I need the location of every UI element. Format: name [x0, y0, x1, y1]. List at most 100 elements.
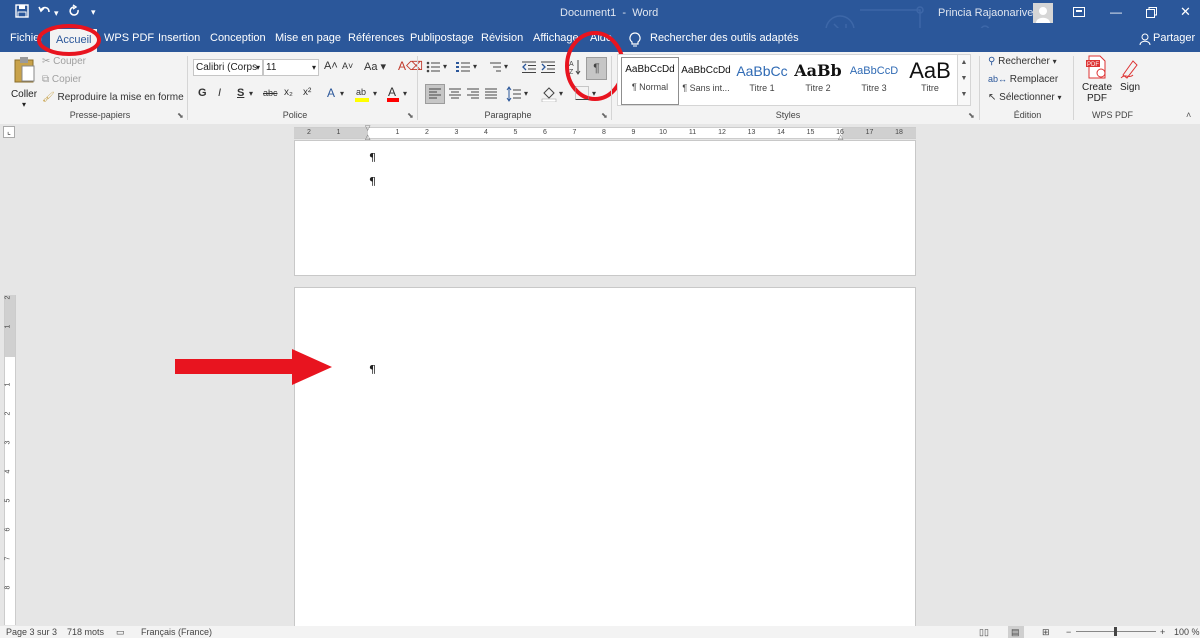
first-line-indent-marker[interactable]: ▽	[365, 124, 370, 132]
share-icon[interactable]	[1139, 33, 1151, 48]
word-count[interactable]: 718 mots	[67, 627, 104, 637]
change-case-button[interactable]: Aa ▾	[364, 60, 386, 73]
bold-button[interactable]: G	[198, 87, 207, 99]
text-effects-icon[interactable]: A	[327, 86, 335, 100]
style-heading3[interactable]: AaBbCcD Titre 3	[846, 59, 902, 105]
sign-button[interactable]: Sign	[1117, 55, 1143, 93]
shading-icon[interactable]	[541, 84, 557, 105]
line-spacing-dropdown-icon[interactable]: ▾	[524, 89, 528, 98]
highlight-dropdown-icon[interactable]: ▾	[373, 89, 377, 98]
page-previous[interactable]: ¶ ¶	[294, 140, 916, 276]
align-left-button[interactable]	[425, 84, 445, 104]
line-spacing-icon[interactable]	[506, 85, 522, 106]
styles-scroll-down-icon[interactable]: ▼	[958, 71, 970, 87]
undo-dropdown-icon[interactable]: ▾	[54, 8, 59, 19]
font-size-field[interactable]: 11 ▾	[263, 59, 319, 76]
font-launcher-icon[interactable]: ⬊	[407, 111, 414, 120]
restore-icon[interactable]	[1146, 7, 1157, 21]
highlight-icon[interactable]: ab	[354, 85, 370, 106]
style-title[interactable]: AaB Titre	[902, 59, 958, 105]
styles-launcher-icon[interactable]: ⬊	[968, 111, 975, 120]
style-heading2[interactable]: AaBb Titre 2	[790, 59, 846, 105]
subscript-button[interactable]: x₂	[284, 87, 293, 98]
text-effects-dropdown-icon[interactable]: ▾	[340, 89, 344, 98]
align-right-icon[interactable]	[464, 85, 482, 106]
language-status[interactable]: Français (France)	[141, 627, 212, 637]
bullets-icon[interactable]	[426, 61, 440, 76]
font-name-dropdown-icon[interactable]: ▾	[256, 60, 260, 75]
print-layout-button[interactable]: ▤	[1008, 626, 1024, 638]
grow-font-button[interactable]: A˄	[324, 60, 338, 72]
tab-revision[interactable]: Révision	[481, 32, 523, 44]
style-heading1[interactable]: AaBbCc Titre 1	[734, 59, 790, 105]
undo-icon[interactable]	[38, 4, 52, 21]
close-icon[interactable]: ✕	[1180, 4, 1191, 20]
zoom-slider-thumb[interactable]	[1114, 627, 1117, 636]
zoom-out-button[interactable]: −	[1066, 627, 1071, 637]
replace-button[interactable]: ab↔ Remplacer	[988, 74, 1058, 85]
borders-dropdown-icon[interactable]: ▾	[592, 89, 596, 98]
collapse-ribbon-icon[interactable]: ˄	[1186, 110, 1191, 120]
underline-dropdown-icon[interactable]: ▾	[249, 89, 253, 98]
page-count[interactable]: Page 3 sur 3	[6, 627, 57, 637]
style-no-spacing[interactable]: AaBbCcDd ¶ Sans int...	[678, 59, 734, 105]
numbering-dropdown-icon[interactable]: ▾	[473, 62, 477, 71]
italic-button[interactable]: I	[218, 87, 221, 99]
align-center-icon[interactable]	[446, 85, 464, 106]
styles-more-icon[interactable]: ▼	[958, 87, 970, 103]
redo-icon[interactable]	[67, 4, 81, 21]
page-current[interactable]: ¶	[294, 287, 916, 634]
justify-icon[interactable]	[482, 85, 500, 106]
clear-formatting-icon[interactable]: A⌫	[398, 59, 423, 73]
styles-scroll-up-icon[interactable]: ▲	[958, 55, 970, 71]
web-layout-icon[interactable]: ⊞	[1042, 627, 1050, 638]
style-normal[interactable]: AaBbCcDd ¶ Normal	[621, 57, 679, 105]
zoom-level[interactable]: 100 %	[1174, 627, 1200, 637]
numbering-icon[interactable]	[456, 61, 470, 76]
paragraph-launcher-icon[interactable]: ⬊	[601, 111, 608, 120]
proofing-icon[interactable]: ▭	[116, 627, 125, 638]
clipboard-launcher-icon[interactable]: ⬊	[177, 111, 184, 120]
increase-indent-icon[interactable]	[541, 61, 555, 76]
tab-references[interactable]: Références	[348, 32, 404, 44]
save-icon[interactable]	[15, 4, 29, 21]
select-dropdown-icon[interactable]: ▾	[1058, 93, 1062, 102]
tab-wps-pdf[interactable]: WPS PDF	[104, 32, 154, 44]
minimize-icon[interactable]: —	[1110, 5, 1122, 19]
font-color-dropdown-icon[interactable]: ▾	[403, 89, 407, 98]
shrink-font-button[interactable]: A˅	[342, 61, 353, 71]
font-size-dropdown-icon[interactable]: ▾	[312, 60, 316, 75]
paste-button[interactable]: Coller ▾	[10, 56, 38, 109]
strikethrough-button[interactable]: abc	[263, 88, 278, 98]
bullets-dropdown-icon[interactable]: ▾	[443, 62, 447, 71]
multilevel-dropdown-icon[interactable]: ▾	[504, 62, 508, 71]
format-painter-button[interactable]: 🖌 Reproduire la mise en forme	[42, 92, 184, 103]
tab-insertion[interactable]: Insertion	[158, 32, 200, 44]
font-color-icon[interactable]: A	[386, 85, 400, 106]
tab-selector-icon[interactable]: ⌞	[3, 126, 15, 138]
user-name[interactable]: Princia Rajaonarivelo	[938, 7, 1042, 19]
superscript-button[interactable]: x²	[303, 87, 311, 98]
create-pdf-button[interactable]: PDF Create PDF	[1081, 55, 1113, 104]
tell-me-search[interactable]: Rechercher des outils adaptés	[650, 32, 799, 44]
read-mode-icon[interactable]: ▯▯	[979, 627, 989, 638]
borders-icon[interactable]	[574, 85, 590, 104]
tab-publipostage[interactable]: Publipostage	[410, 32, 474, 44]
paste-dropdown-icon[interactable]: ▾	[10, 100, 38, 109]
zoom-in-button[interactable]: +	[1160, 627, 1165, 637]
find-button[interactable]: ⚲ Rechercher ▾	[988, 56, 1057, 67]
font-name-field[interactable]: Calibri (Corps ▾	[193, 59, 263, 76]
shading-dropdown-icon[interactable]: ▾	[559, 89, 563, 98]
tab-mise-en-page[interactable]: Mise en page	[275, 32, 341, 44]
select-button[interactable]: ↖ Sélectionner ▾	[988, 92, 1062, 103]
ribbon-display-options-icon[interactable]	[1073, 7, 1085, 20]
multilevel-list-icon[interactable]	[487, 61, 501, 76]
style-normal-name: ¶ Normal	[631, 82, 669, 92]
share-button[interactable]: Partager	[1153, 32, 1195, 44]
customize-qat-icon[interactable]: ▾	[91, 7, 96, 18]
tab-conception[interactable]: Conception	[210, 32, 266, 44]
avatar[interactable]	[1033, 3, 1053, 23]
find-dropdown-icon[interactable]: ▾	[1053, 57, 1057, 66]
underline-button[interactable]: S	[237, 87, 244, 99]
decrease-indent-icon[interactable]	[522, 61, 536, 76]
